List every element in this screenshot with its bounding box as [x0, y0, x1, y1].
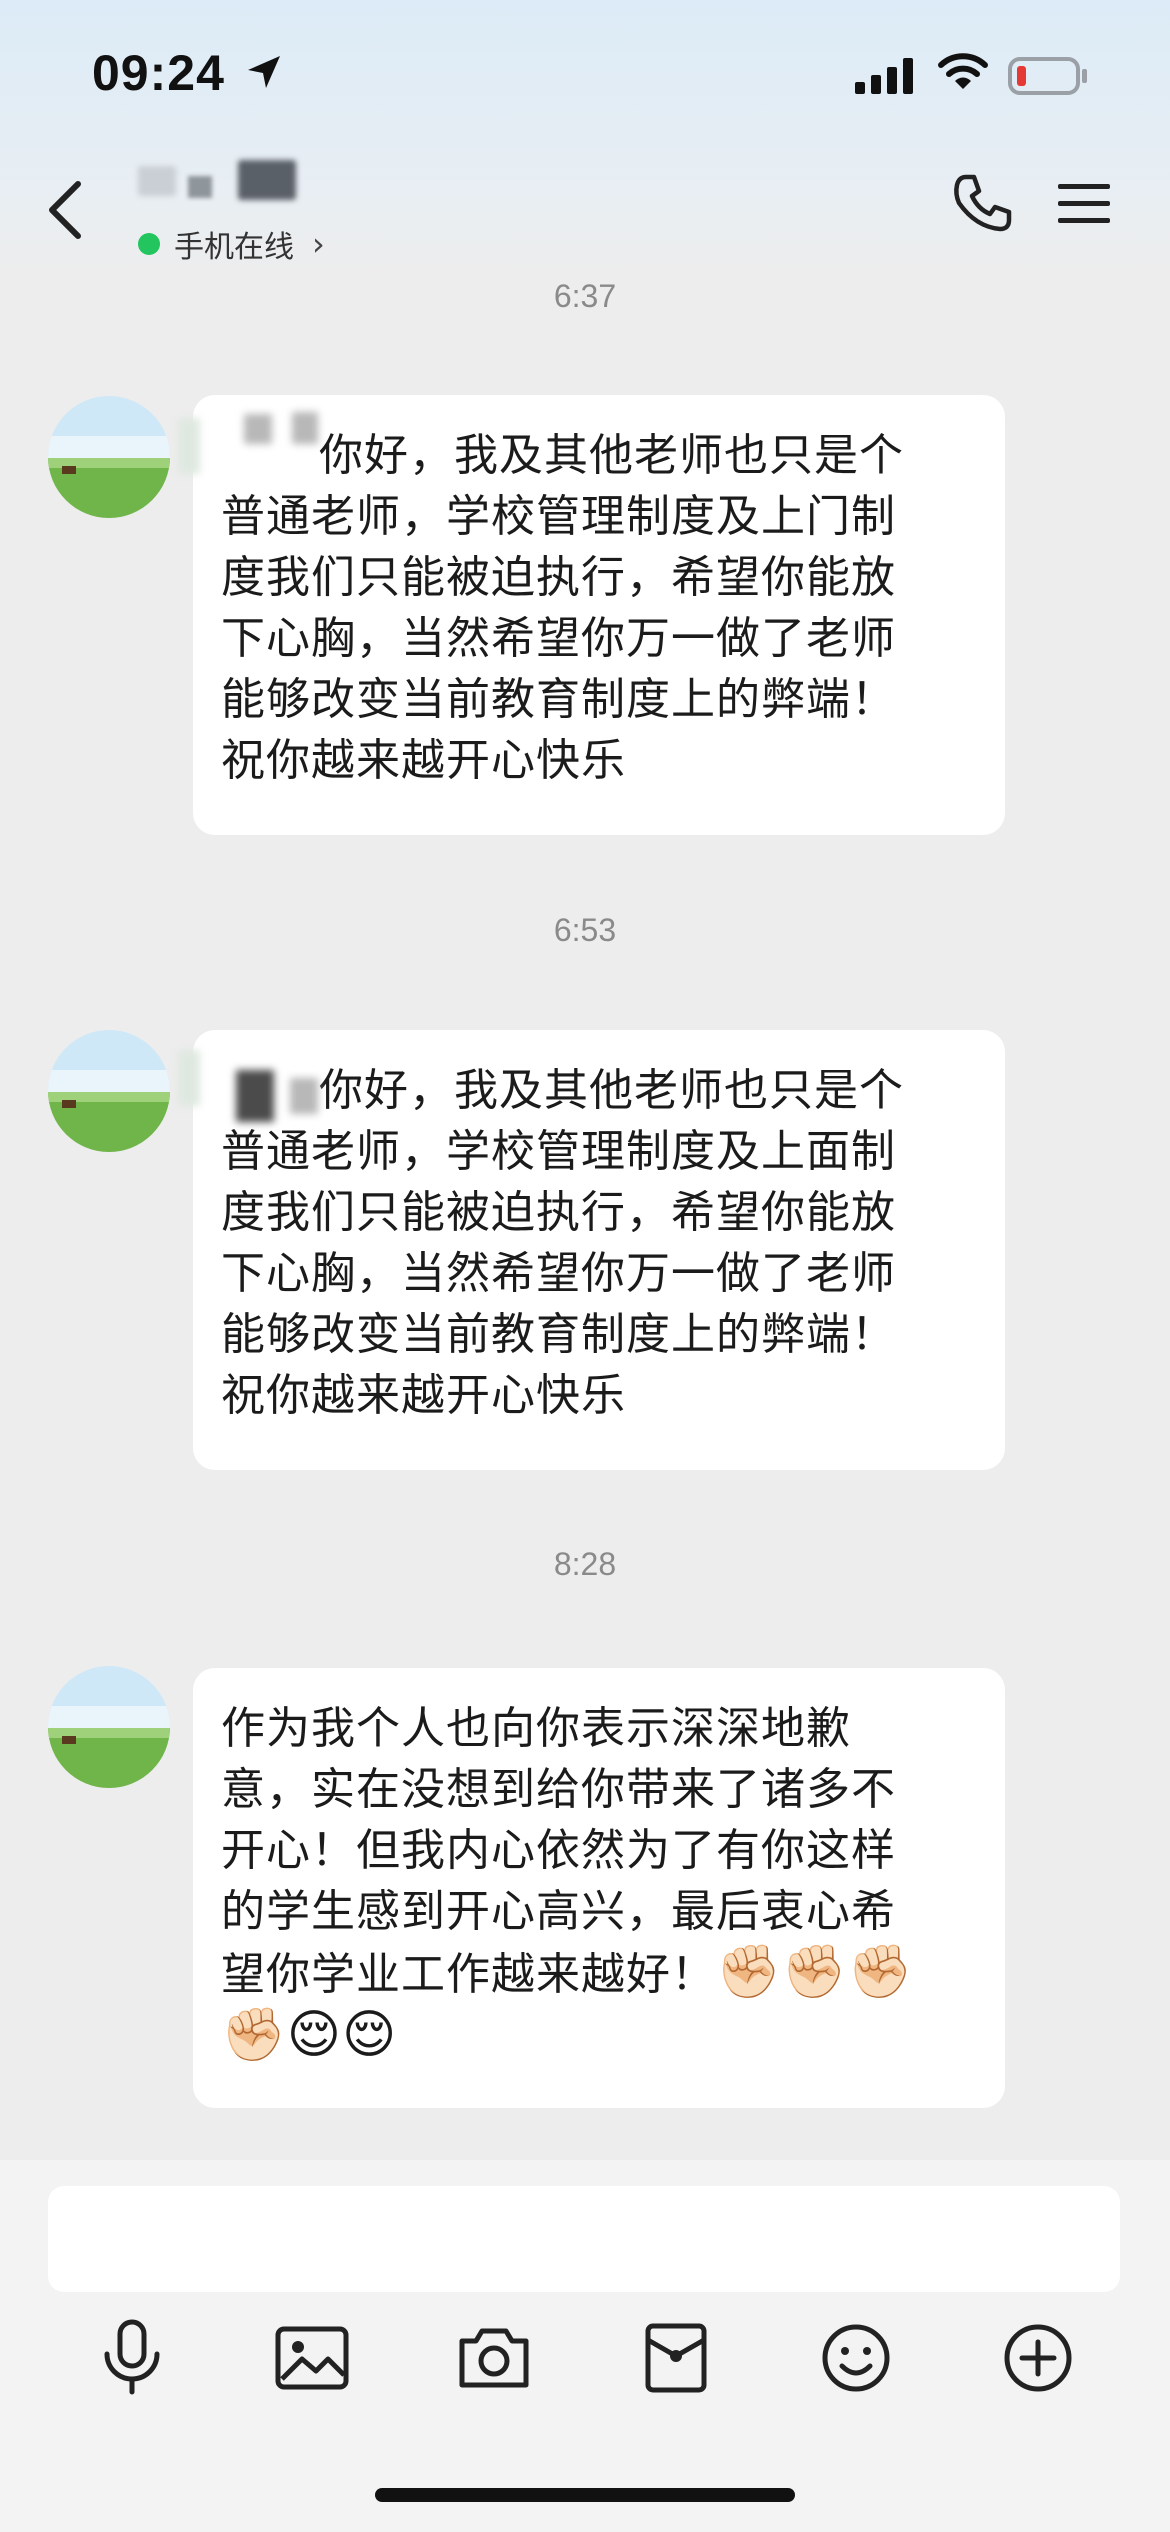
message-line: 意，实在没想到给你带来了诸多不 — [221, 1764, 896, 1815]
message-line: 下心胸，当然希望你万一做了老师 — [221, 613, 896, 664]
redaction-mark — [244, 414, 272, 444]
message-timestamp: 8:28 — [553, 1546, 617, 1582]
presence-text: 手机在线 — [174, 230, 294, 265]
redaction-mark — [236, 1070, 274, 1122]
redaction-mark — [178, 418, 200, 474]
message-line: 作为我个人也向你表示深深地歉 — [221, 1703, 851, 1754]
raised-fist-icon: ✊🏻 — [847, 1942, 914, 2002]
message-text: 望你学业工作越来越好！ — [221, 1949, 716, 2000]
redaction-mark — [292, 412, 318, 444]
plus-icon[interactable] — [998, 2318, 1078, 2398]
message-line: 普通老师，学校管理制度及上面制 — [221, 1126, 896, 1177]
signal-icon — [855, 58, 913, 94]
redaction-mark — [238, 160, 296, 200]
message-line: 下心胸，当然希望你万一做了老师 — [221, 1248, 896, 1299]
message-line: 望你学业工作越来越好！✊🏻✊🏻✊🏻 — [221, 1942, 979, 2005]
emoji-icon[interactable] — [816, 2318, 896, 2398]
message-bubble[interactable]: 你好，我及其他老师也只是个 普通老师，学校管理制度及上门制 度我们只能被迫执行，… — [193, 395, 1005, 835]
relieved-face-icon: 😌 — [341, 2005, 398, 2065]
back-button[interactable] — [38, 170, 98, 250]
message-line: 祝你越来越开心快乐 — [221, 1370, 626, 1421]
message-line: 开心！但我内心依然为了有你这样 — [221, 1825, 896, 1876]
wifi-icon — [938, 53, 988, 89]
status-time: 09:24 — [92, 45, 225, 101]
message-line: 的学生感到开心高兴，最后衷心希 — [221, 1886, 896, 1937]
message-line: 你好，我及其他老师也只是个 — [319, 430, 904, 481]
battery-icon — [1008, 57, 1087, 95]
message-line: 能够改变当前教育制度上的弊端！ — [221, 674, 896, 725]
avatar[interactable] — [48, 1666, 170, 1788]
presence-status[interactable]: 手机在线 › — [138, 222, 325, 266]
avatar[interactable] — [48, 396, 170, 518]
redaction-mark — [290, 1078, 318, 1114]
message-line: 度我们只能被迫执行，希望你能放 — [221, 552, 896, 603]
redaction-mark — [188, 176, 212, 198]
raised-fist-icon: ✊🏻 — [781, 1942, 848, 2002]
message-line: ✊🏻😌😌 — [221, 2005, 979, 2068]
avatar[interactable] — [48, 1030, 170, 1152]
relieved-face-icon: 😌 — [286, 2005, 342, 2065]
phone-call-button[interactable] — [952, 172, 1014, 234]
redaction-mark — [138, 166, 176, 196]
message-bubble[interactable]: 作为我个人也向你表示深深地歉 意，实在没想到给你带来了诸多不 开心！但我内心依然… — [193, 1668, 1005, 2108]
message-timestamp: 6:37 — [553, 278, 617, 314]
message-input[interactable] — [48, 2186, 1120, 2292]
message-line: 能够改变当前教育制度上的弊端！ — [221, 1309, 896, 1360]
raised-fist-icon: ✊🏻 — [716, 1942, 782, 2002]
raised-fist-icon: ✊🏻 — [221, 2005, 287, 2065]
camera-icon[interactable] — [454, 2318, 534, 2398]
online-dot-icon — [138, 233, 160, 255]
microphone-icon[interactable] — [92, 2318, 172, 2398]
redaction-mark — [178, 1050, 200, 1106]
home-indicator[interactable] — [375, 2488, 795, 2502]
message-line: 祝你越来越开心快乐 — [221, 735, 626, 786]
message-line: 你好，我及其他老师也只是个 — [319, 1065, 904, 1116]
message-line: 度我们只能被迫执行，希望你能放 — [221, 1187, 896, 1238]
message-line: 普通老师，学校管理制度及上门制 — [221, 491, 896, 542]
chevron-right-icon: › — [312, 225, 325, 263]
menu-button[interactable] — [1056, 180, 1112, 228]
image-icon[interactable] — [272, 2318, 352, 2398]
red-packet-icon[interactable] — [636, 2318, 716, 2398]
location-arrow-icon — [248, 56, 280, 88]
message-timestamp: 6:53 — [553, 912, 617, 948]
